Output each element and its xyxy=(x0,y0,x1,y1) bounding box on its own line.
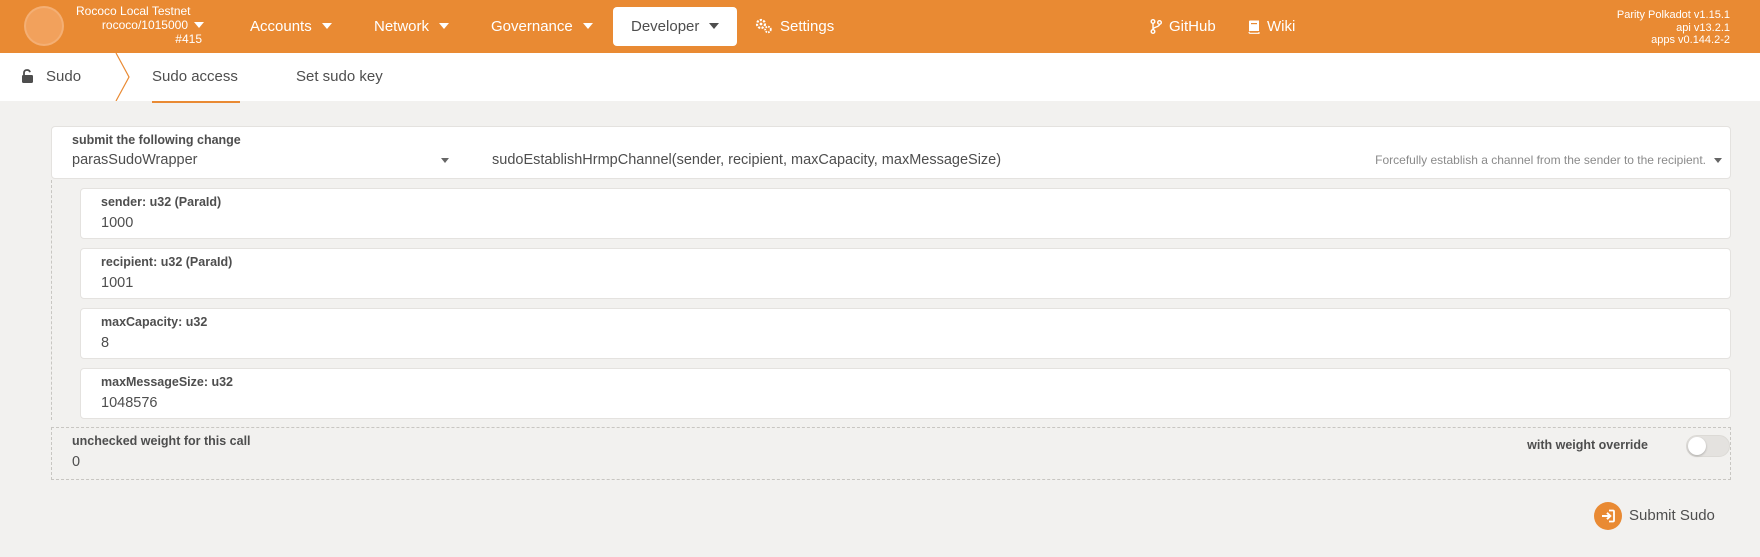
recipient-input[interactable]: 1001 xyxy=(101,275,133,291)
call-label: submit the following change xyxy=(72,133,241,147)
sign-in-icon xyxy=(1594,502,1622,530)
chevron-down-icon xyxy=(194,22,204,28)
toggle-knob xyxy=(1688,437,1706,455)
method-description: Forcefully establish a channel from the … xyxy=(1375,153,1706,167)
menu-network[interactable]: Network xyxy=(374,7,450,46)
version-info: Parity Polkadot v1.15.1 api v13.2.1 apps… xyxy=(1617,9,1730,47)
block-number: #415 xyxy=(175,32,202,46)
chevron-down-icon xyxy=(321,23,332,29)
tab-sudo-access[interactable]: Sudo access xyxy=(132,53,258,103)
node-version: Parity Polkadot v1.15.1 xyxy=(1616,9,1730,21)
max-capacity-input[interactable]: 8 xyxy=(101,335,109,351)
breadcrumb-separator-icon xyxy=(115,53,130,101)
param-label: maxMessageSize: u32 xyxy=(101,375,234,389)
link-wiki[interactable]: Wiki xyxy=(1248,7,1295,46)
chevron-down-icon xyxy=(709,23,720,29)
tab-set-sudo-key[interactable]: Set sudo key xyxy=(296,53,383,101)
breadcrumb-sudo: Sudo xyxy=(21,53,81,101)
chevron-down-icon xyxy=(582,23,593,29)
chevron-down-icon xyxy=(1714,158,1722,163)
weight-override-toggle[interactable] xyxy=(1686,435,1730,457)
section-dropdown[interactable]: parasSudoWrapper xyxy=(72,152,457,170)
unlock-icon xyxy=(22,69,33,83)
code-branch-icon xyxy=(1150,19,1162,34)
extrinsic-selector: submit the following change parasSudoWra… xyxy=(51,126,1731,179)
param-label: recipient: u32 (ParaId) xyxy=(101,255,233,269)
chain-spec: rococo/1015000 xyxy=(76,18,204,32)
weight-label: unchecked weight for this call xyxy=(72,434,251,448)
chevron-down-icon xyxy=(439,23,450,29)
link-github[interactable]: GitHub xyxy=(1150,7,1216,46)
param-max-capacity: maxCapacity: u32 8 xyxy=(80,308,1731,359)
sub-navigation-tabs: Sudo Sudo access Set sudo key xyxy=(0,53,1760,103)
sender-input[interactable]: 1000 xyxy=(101,215,133,231)
api-version: api v13.2.1 xyxy=(1676,21,1730,34)
weight-section: unchecked weight for this call 0 with we… xyxy=(51,427,1731,480)
chain-name: Rococo Local Testnet xyxy=(76,4,191,18)
menu-developer[interactable]: Developer xyxy=(613,7,738,46)
param-label: sender: u32 (ParaId) xyxy=(101,195,222,209)
param-max-message-size: maxMessageSize: u32 1048576 xyxy=(80,368,1731,419)
chain-logo[interactable] xyxy=(24,6,64,46)
menu-settings[interactable]: Settings xyxy=(755,7,834,46)
method-signature: sudoEstablishHrmpChannel(sender, recipie… xyxy=(492,152,1002,168)
top-navigation-bar: Rococo Local Testnet rococo/1015000 #415… xyxy=(0,0,1760,53)
weight-value: 0 xyxy=(72,454,81,470)
apps-version: apps v0.144.2-2 xyxy=(1651,34,1730,46)
method-dropdown[interactable]: sudoEstablishHrmpChannel(sender, recipie… xyxy=(492,152,1732,170)
weight-override-label: with weight override xyxy=(1527,438,1648,452)
param-recipient: recipient: u32 (ParaId) 1001 xyxy=(80,248,1731,299)
book-icon xyxy=(1248,20,1260,34)
param-label: maxCapacity: u32 xyxy=(101,315,208,329)
chevron-down-icon xyxy=(441,158,449,163)
menu-governance[interactable]: Governance xyxy=(491,7,593,46)
param-sender: sender: u32 (ParaId) 1000 xyxy=(80,188,1731,239)
chain-selector[interactable]: Rococo Local Testnet rococo/1015000 #415 xyxy=(76,4,204,46)
menu-accounts[interactable]: Accounts xyxy=(250,7,332,46)
max-message-size-input[interactable]: 1048576 xyxy=(101,395,157,411)
settings-icon xyxy=(755,18,772,34)
